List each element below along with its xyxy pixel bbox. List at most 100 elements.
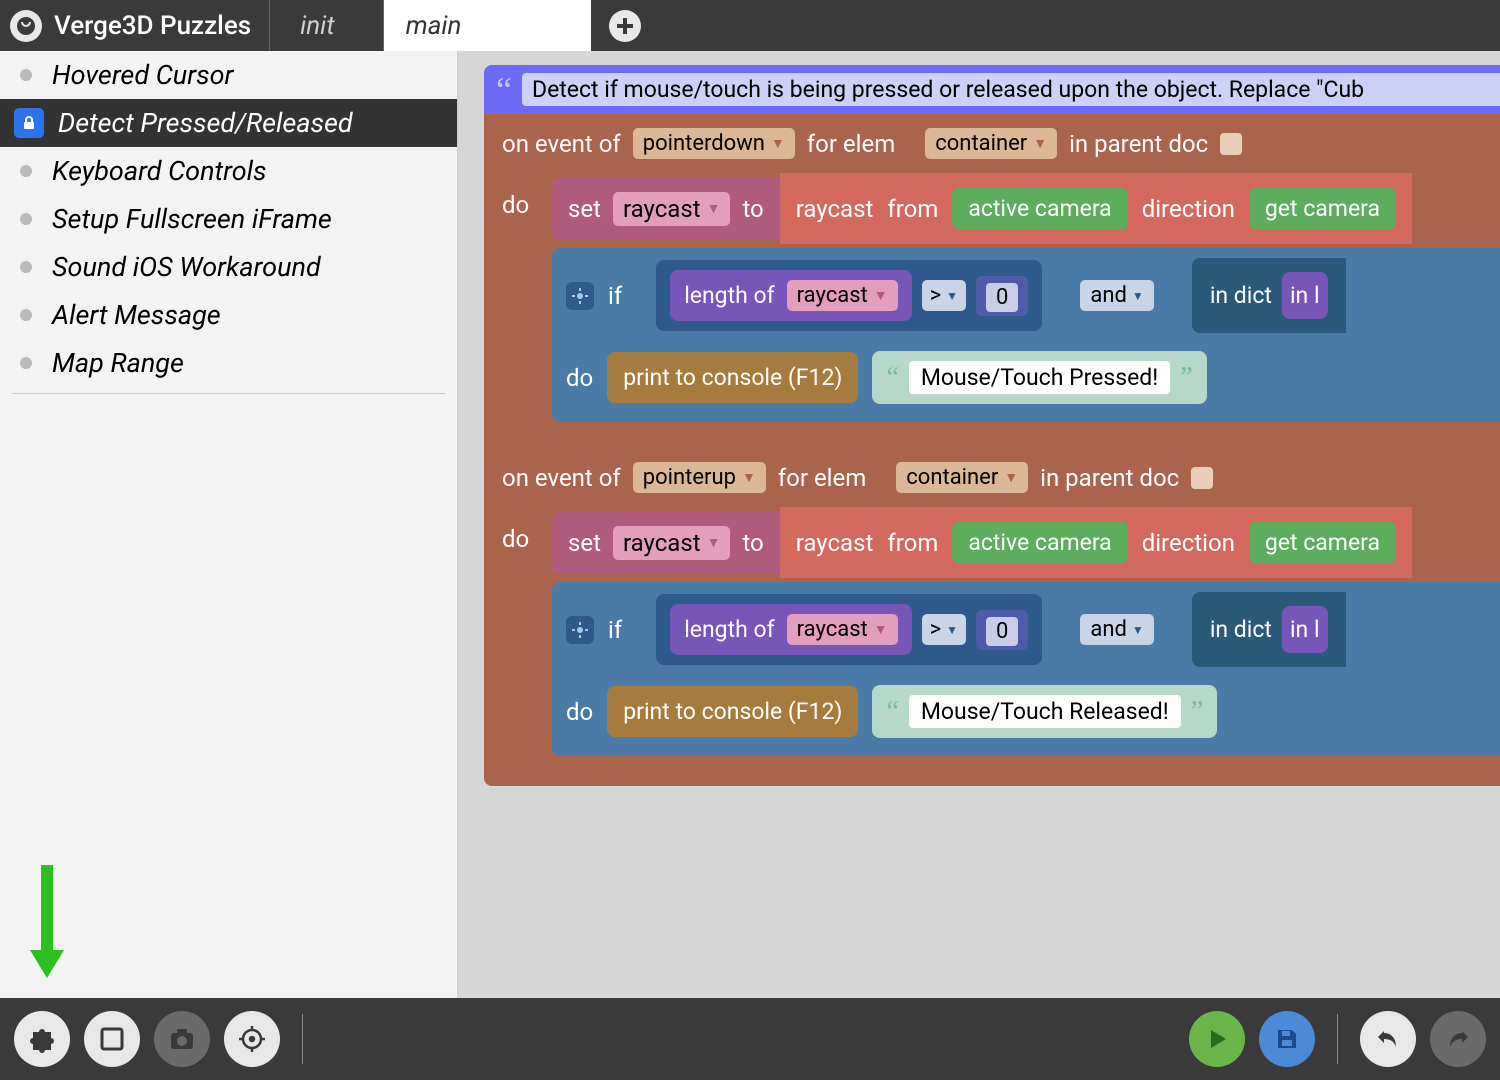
raycast-block[interactable]: raycast from active camera direction get… xyxy=(780,507,1412,578)
chevron-down-icon: ▼ xyxy=(946,289,958,303)
sidebar-item-map-range[interactable]: Map Range xyxy=(0,339,457,387)
in-dict-block[interactable]: in dict in l xyxy=(1192,592,1346,667)
puzzle-icon xyxy=(27,1024,57,1054)
add-tab-button[interactable] xyxy=(609,10,641,42)
length-of-block[interactable]: length of raycast▼ xyxy=(670,604,911,655)
sidebar-item-detect-pressed[interactable]: Detect Pressed/Released xyxy=(0,99,457,147)
undo-icon xyxy=(1374,1025,1402,1053)
and-dropdown[interactable]: and▼ xyxy=(1080,614,1153,645)
event-type-dropdown[interactable]: pointerdown▼ xyxy=(633,128,795,159)
body: Hovered Cursor Detect Pressed/Released K… xyxy=(0,51,1500,998)
variable-dropdown[interactable]: raycast▼ xyxy=(613,526,730,560)
quote-icon: “ xyxy=(496,80,512,100)
get-camera-block[interactable]: get camera xyxy=(1249,521,1396,564)
operator-dropdown[interactable]: >▼ xyxy=(922,280,966,311)
redo-button[interactable] xyxy=(1430,1011,1486,1067)
text-value: Mouse/Touch Released! xyxy=(909,695,1181,728)
text-block[interactable]: “ Mouse/Touch Pressed! ” xyxy=(872,351,1206,404)
variable-dropdown[interactable]: raycast▼ xyxy=(787,280,898,311)
variable-dropdown[interactable]: raycast▼ xyxy=(787,614,898,645)
tab-init[interactable]: init xyxy=(269,0,364,51)
chevron-down-icon: ▼ xyxy=(1004,469,1018,486)
chevron-down-icon: ▼ xyxy=(874,287,888,304)
tab-main[interactable]: main xyxy=(383,0,592,51)
target-button[interactable] xyxy=(224,1011,280,1067)
compare-block[interactable]: length of raycast▼ >▼ 0 xyxy=(656,594,1042,665)
text-value: Mouse/Touch Pressed! xyxy=(909,361,1170,394)
do-row: do set raycast▼ to raycast from act xyxy=(484,173,1500,428)
raycast-block[interactable]: raycast from active camera direction get… xyxy=(780,173,1412,244)
length-of-block[interactable]: length of raycast▼ xyxy=(670,270,911,321)
block-gap xyxy=(484,428,1500,448)
event-block-group: on event of pointerdown▼ for elem contai… xyxy=(484,114,1500,786)
layout-button[interactable] xyxy=(84,1011,140,1067)
for-elem-label: for elem xyxy=(778,464,866,492)
footer-divider xyxy=(302,1014,303,1064)
operator-dropdown[interactable]: >▼ xyxy=(922,614,966,645)
elem-dropdown[interactable]: container▼ xyxy=(925,128,1057,159)
undo-button[interactable] xyxy=(1360,1011,1416,1067)
set-block[interactable]: set raycast▼ to xyxy=(552,512,780,574)
number-block[interactable]: 0 xyxy=(976,610,1028,650)
save-icon xyxy=(1274,1026,1300,1052)
do-label: do xyxy=(502,173,552,219)
sidebar-item-hovered-cursor[interactable]: Hovered Cursor xyxy=(0,51,457,99)
active-camera-block[interactable]: active camera xyxy=(952,187,1127,230)
number-block[interactable]: 0 xyxy=(976,276,1028,316)
event-pointerdown-header[interactable]: on event of pointerdown▼ for elem contai… xyxy=(484,114,1500,173)
sidebar-item-label: Map Range xyxy=(52,347,184,379)
and-dropdown[interactable]: and▼ xyxy=(1080,280,1153,311)
camera-icon xyxy=(168,1025,196,1053)
gear-icon[interactable] xyxy=(566,282,594,310)
print-console-block[interactable]: print to console (F12) xyxy=(607,352,858,403)
active-camera-block[interactable]: active camera xyxy=(952,521,1127,564)
get-camera-block[interactable]: get camera xyxy=(1249,187,1396,230)
run-button[interactable] xyxy=(1189,1011,1245,1067)
quote-icon: ” xyxy=(1191,704,1203,720)
if-block[interactable]: if length of raycast▼ >▼ 0 and▼ xyxy=(552,582,1500,756)
quote-icon: “ xyxy=(886,704,898,720)
chevron-down-icon: ▼ xyxy=(1033,135,1047,152)
if-block[interactable]: if length of raycast▼ >▼ 0 and▼ xyxy=(552,248,1500,422)
block-root: “ Detect if mouse/touch is being pressed… xyxy=(484,65,1500,786)
gear-icon[interactable] xyxy=(566,616,594,644)
sidebar-item-alert[interactable]: Alert Message xyxy=(0,291,457,339)
sidebar-item-sound[interactable]: Sound iOS Workaround xyxy=(0,243,457,291)
variable-dropdown[interactable]: raycast▼ xyxy=(613,192,730,226)
comment-block[interactable]: “ Detect if mouse/touch is being pressed… xyxy=(484,65,1500,114)
sidebar-item-label: Sound iOS Workaround xyxy=(52,251,321,283)
text-block[interactable]: “ Mouse/Touch Released! ” xyxy=(872,685,1217,738)
bullet-icon xyxy=(20,69,32,81)
chevron-down-icon: ▼ xyxy=(707,534,721,551)
set-block[interactable]: set raycast▼ to xyxy=(552,178,780,240)
camera-button[interactable] xyxy=(154,1011,210,1067)
save-button[interactable] xyxy=(1259,1011,1315,1067)
chevron-down-icon: ▼ xyxy=(874,621,888,638)
do-label: do xyxy=(566,364,593,392)
in-parent-label: in parent doc xyxy=(1040,464,1179,492)
puzzles-button[interactable] xyxy=(14,1011,70,1067)
in-parent-checkbox[interactable] xyxy=(1191,467,1213,489)
compare-block[interactable]: length of raycast▼ >▼ 0 xyxy=(656,260,1042,331)
chevron-down-icon: ▼ xyxy=(946,623,958,637)
elem-dropdown[interactable]: container▼ xyxy=(896,462,1028,493)
in-dict-block[interactable]: in dict in l xyxy=(1192,258,1346,333)
bullet-icon xyxy=(20,261,32,273)
sidebar-item-keyboard[interactable]: Keyboard Controls xyxy=(0,147,457,195)
in-parent-checkbox[interactable] xyxy=(1220,133,1242,155)
chevron-down-icon: ▼ xyxy=(1132,289,1144,303)
event-type-dropdown[interactable]: pointerup▼ xyxy=(633,462,766,493)
bullet-icon xyxy=(20,213,32,225)
print-console-block[interactable]: print to console (F12) xyxy=(607,686,858,737)
in-list-block[interactable]: in l xyxy=(1282,606,1328,653)
sidebar-item-fullscreen[interactable]: Setup Fullscreen iFrame xyxy=(0,195,457,243)
sidebar: Hovered Cursor Detect Pressed/Released K… xyxy=(0,51,458,998)
plus-icon xyxy=(614,15,636,37)
sidebar-item-label: Detect Pressed/Released xyxy=(58,107,353,139)
canvas[interactable]: “ Detect if mouse/touch is being pressed… xyxy=(458,51,1500,998)
in-list-block[interactable]: in l xyxy=(1282,272,1328,319)
event-pointerup-header[interactable]: on event of pointerup▼ for elem containe… xyxy=(484,448,1500,507)
bullet-icon xyxy=(20,165,32,177)
footer xyxy=(0,998,1500,1080)
app-logo xyxy=(10,10,42,42)
